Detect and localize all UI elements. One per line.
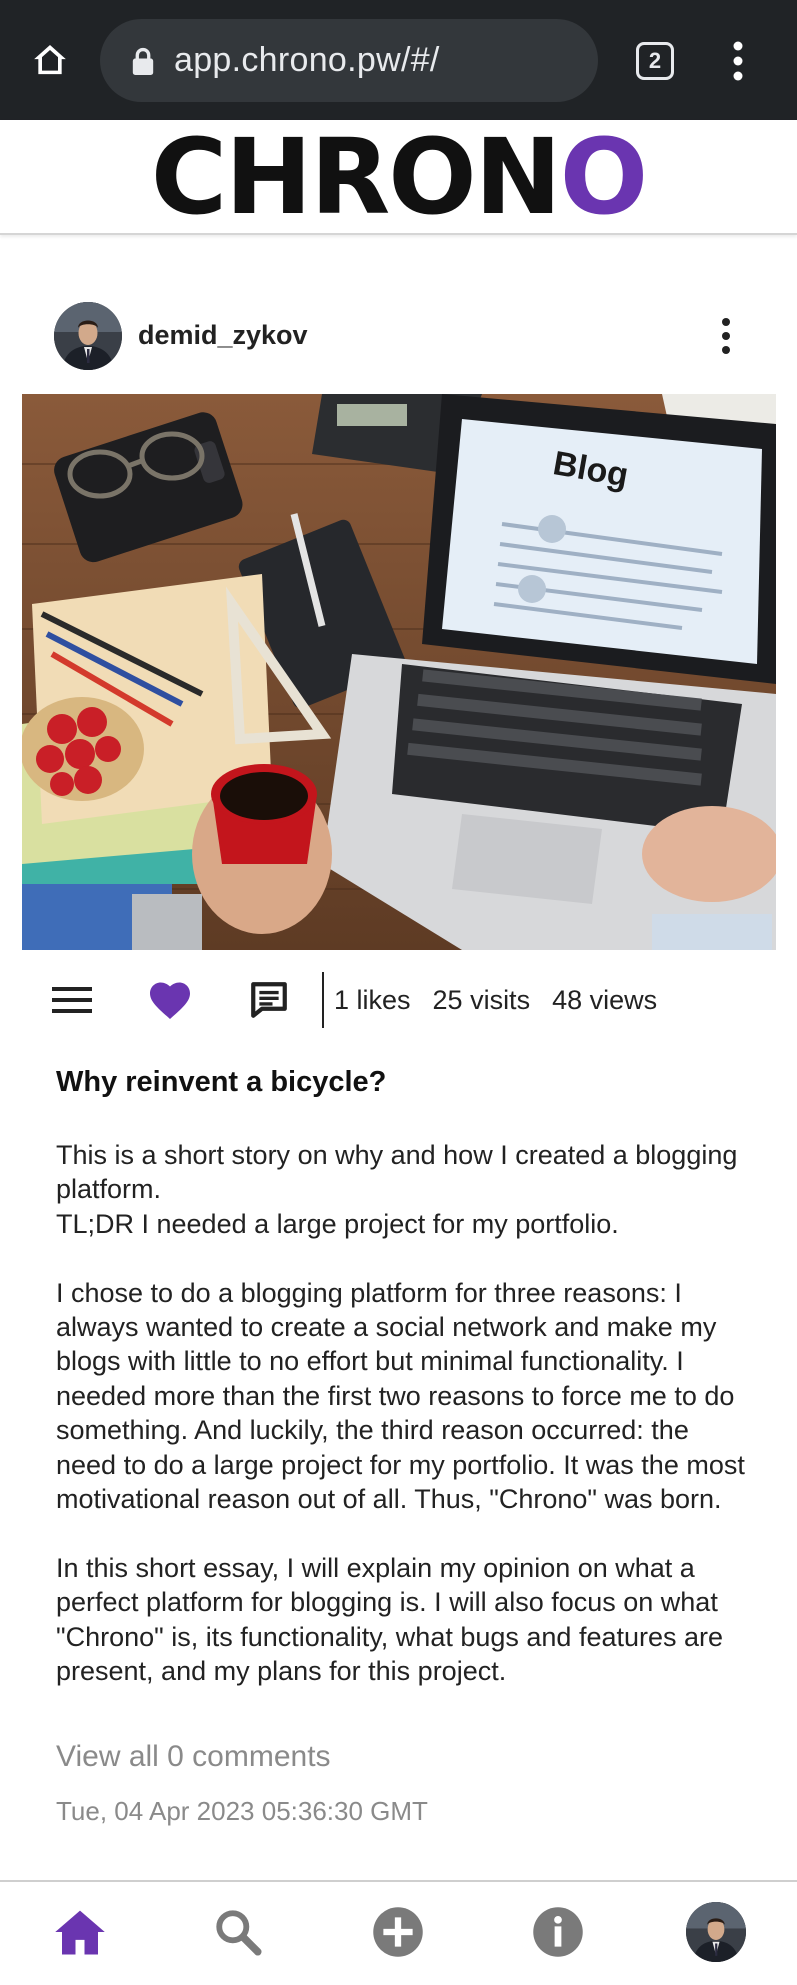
profile-avatar — [686, 1902, 746, 1962]
post-image: Blog — [22, 394, 776, 950]
post-header: demid_zykov — [0, 290, 797, 380]
site-header: CHRONO — [0, 120, 797, 235]
bottom-nav — [0, 1880, 797, 1985]
nav-search[interactable] — [206, 1900, 270, 1964]
home-icon — [55, 1910, 105, 1955]
tab-count: 2 — [648, 48, 662, 73]
logo-accent: O — [559, 116, 648, 238]
nav-info[interactable] — [526, 1900, 590, 1964]
post-timestamp: Tue, 04 Apr 2023 05:36:30 GMT — [56, 1796, 428, 1826]
blog-illustration: Blog — [22, 394, 776, 950]
author-avatar[interactable] — [54, 302, 122, 370]
logo-main: CHRON — [150, 116, 562, 238]
author-username[interactable]: demid_zykov — [138, 320, 308, 351]
avatar-photo — [54, 302, 122, 370]
visits-count: 25 visits — [432, 984, 531, 1015]
comment-button[interactable] — [246, 978, 292, 1022]
post-stats: 1 likes 25 visits 48 views — [334, 968, 657, 1032]
add-circle-icon — [373, 1907, 423, 1957]
view-comments-link[interactable]: View all 0 comments — [56, 1740, 331, 1774]
hamburger-menu-icon — [52, 987, 92, 1013]
browser-toolbar: app.chrono.pw/#/ 2 — [0, 0, 797, 120]
site-logo[interactable]: CHRONO — [0, 120, 797, 235]
post-menu-button[interactable] — [50, 978, 94, 1022]
post-options-icon[interactable] — [716, 316, 736, 356]
browser-home-button[interactable] — [28, 38, 72, 82]
heart-icon — [150, 982, 190, 1020]
views-count: 48 views — [552, 984, 658, 1015]
address-bar[interactable]: app.chrono.pw/#/ — [100, 19, 598, 102]
info-icon — [533, 1907, 583, 1957]
nav-home[interactable] — [48, 1900, 112, 1964]
post-title: Why reinvent a bicycle? — [56, 1066, 387, 1098]
home-icon — [34, 45, 66, 75]
post-body: This is a short story on why and how I c… — [56, 1138, 756, 1723]
nav-create-post[interactable] — [366, 1900, 430, 1964]
post-actions: 1 likes 25 visits 48 views — [0, 968, 797, 1032]
url-text: app.chrono.pw/#/ — [174, 41, 440, 79]
comment-icon — [251, 982, 287, 1018]
actions-divider — [322, 972, 324, 1028]
post-paragraph: In this short essay, I will explain my o… — [56, 1552, 724, 1687]
more-vert-icon[interactable] — [722, 38, 754, 84]
post-paragraph: This is a short story on why and how I c… — [56, 1140, 738, 1239]
search-icon — [216, 1910, 262, 1956]
post-paragraph: I chose to do a blogging platform for th… — [56, 1277, 745, 1515]
tabs-button[interactable]: 2 — [636, 42, 674, 80]
like-button[interactable] — [146, 978, 194, 1022]
lock-icon — [132, 47, 154, 75]
likes-count: 1 likes — [334, 984, 411, 1015]
nav-profile[interactable] — [686, 1902, 746, 1962]
